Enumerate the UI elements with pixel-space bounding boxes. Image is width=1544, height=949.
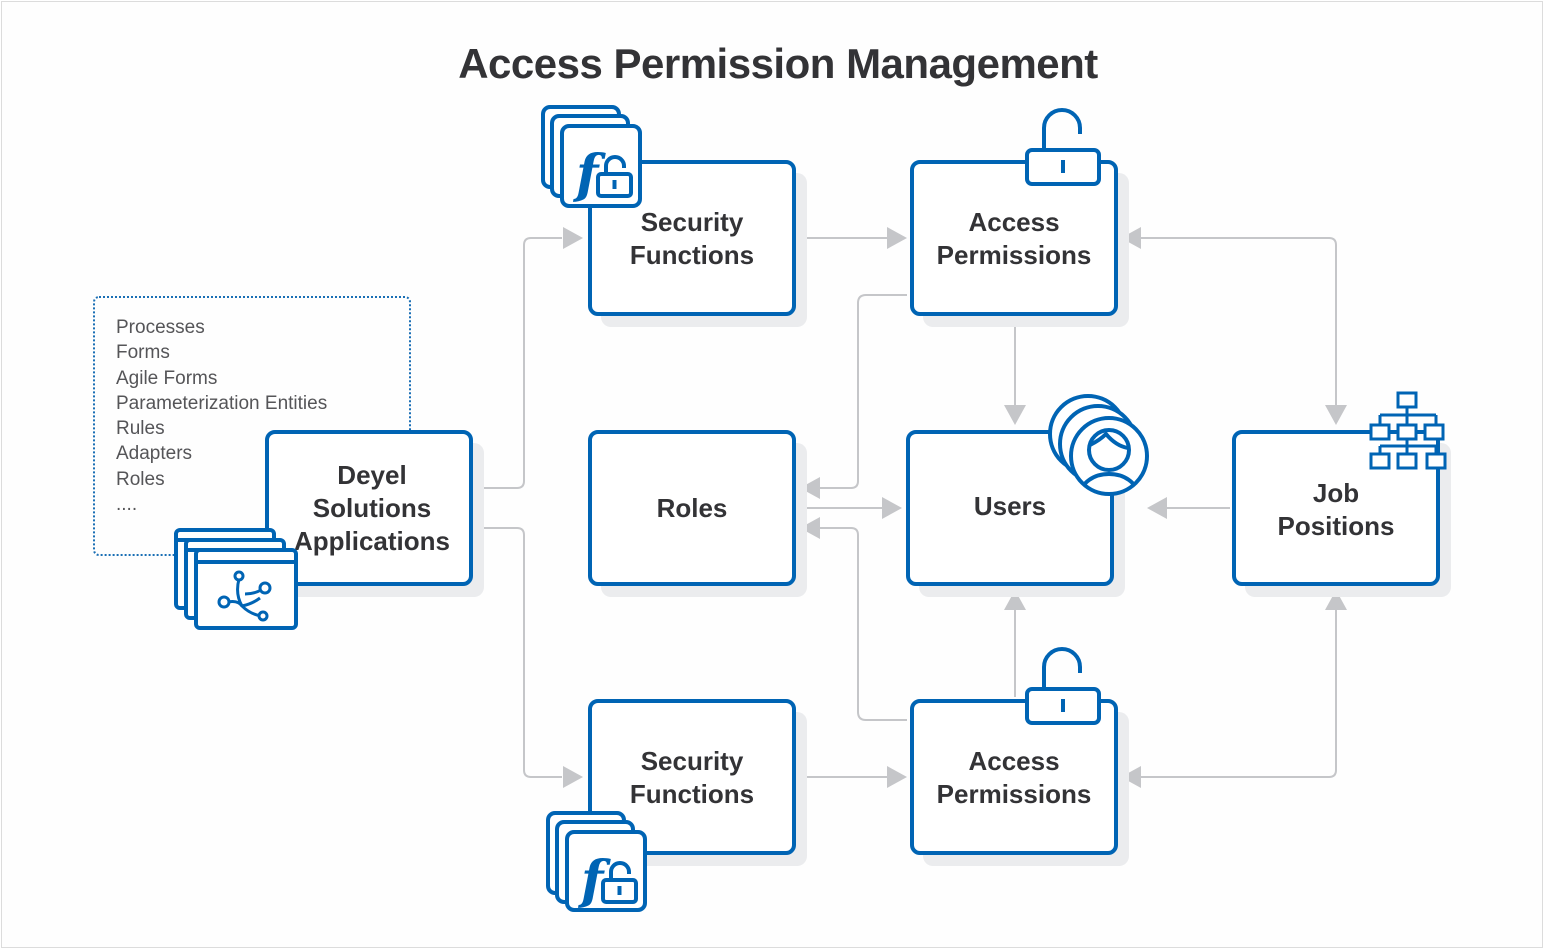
- artifact-item: Parameterization Entities: [116, 392, 328, 414]
- arrowhead: [887, 227, 907, 249]
- org-chart-icon: [1369, 391, 1447, 470]
- arrowhead: [1147, 497, 1167, 519]
- node-label: Security Functions: [629, 207, 755, 270]
- connector-job-positions-access-permissions-bottom: [1141, 610, 1337, 778]
- users-stack-icon: [1048, 394, 1149, 496]
- connector-access-permissions-top-to-roles: [820, 294, 907, 489]
- node-label: Security Functions: [629, 746, 755, 809]
- node-label: Roles: [656, 492, 728, 523]
- arrowhead: [882, 497, 902, 519]
- connector-job-positions-access-permissions-top: [1141, 237, 1337, 405]
- application-windows-icon: [174, 528, 298, 630]
- open-padlock-icon: [1025, 108, 1101, 186]
- node-label: Access Permissions: [936, 746, 1092, 809]
- connector-deyel-to-security-functions-bottom: [476, 527, 562, 778]
- arrowhead: [563, 766, 583, 788]
- node-label: Job Positions: [1277, 478, 1395, 541]
- arrowhead: [1325, 405, 1347, 425]
- artifact-item: Processes: [116, 317, 205, 338]
- connector-deyel-to-security-functions-top: [476, 237, 562, 489]
- node-roles[interactable]: Roles: [588, 430, 796, 586]
- arrowhead: [1004, 405, 1026, 425]
- function-lock-stack-icon: f: [541, 105, 642, 208]
- node-label: Users: [973, 490, 1047, 521]
- connector-access-permissions-bottom-to-roles: [820, 527, 907, 721]
- artifact-item: Agile Forms: [116, 367, 218, 389]
- function-lock-stack-icon: f: [546, 811, 647, 912]
- arrowhead: [563, 227, 583, 249]
- node-label: Deyel Solutions Applications: [293, 459, 450, 556]
- artifact-item: Forms: [116, 342, 170, 364]
- arrowhead: [887, 766, 907, 788]
- node-label: Access Permissions: [936, 207, 1092, 270]
- open-padlock-icon: [1025, 647, 1101, 725]
